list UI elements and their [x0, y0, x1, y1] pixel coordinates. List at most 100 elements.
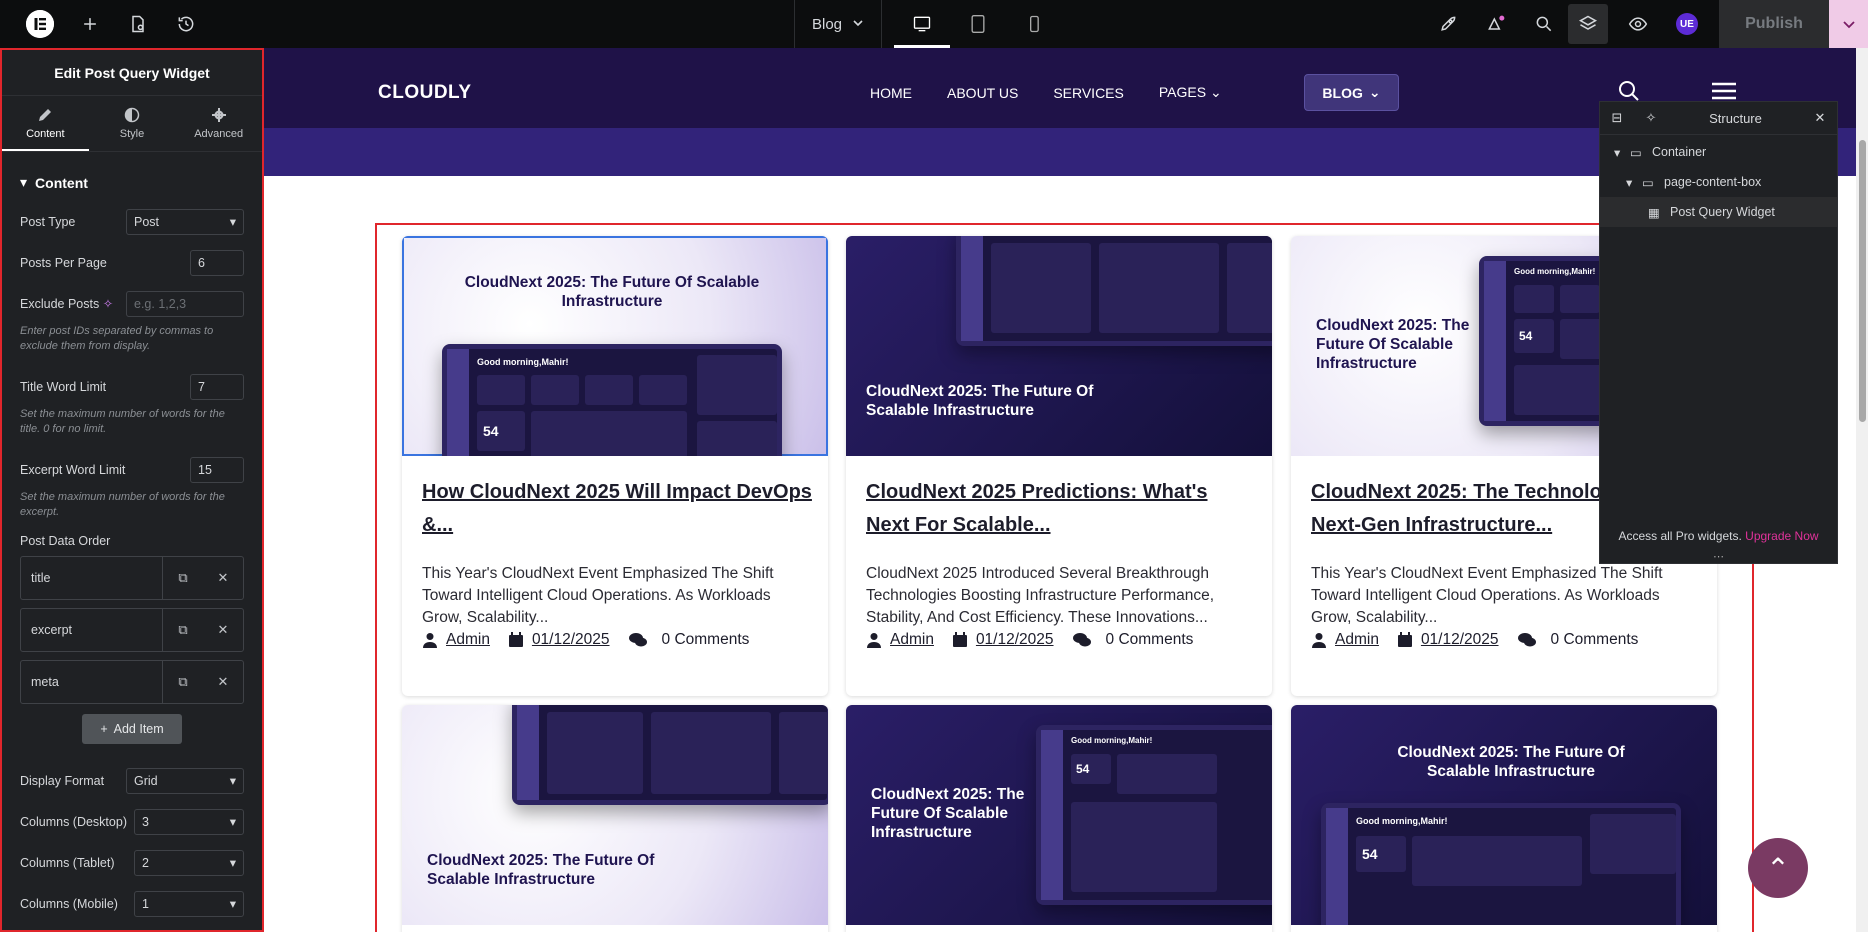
- thumbnail-title: CloudNext 2025: The Future Of Scalable I…: [464, 274, 760, 310]
- structure-item-container[interactable]: ▾ ▭ Container: [1600, 137, 1837, 167]
- post-card: CloudNext 2025: The Future Of Scalable I…: [402, 705, 828, 932]
- duplicate-icon[interactable]: ⧉: [163, 661, 203, 703]
- tablet-view-icon[interactable]: [950, 0, 1006, 48]
- post-author[interactable]: Admin: [446, 631, 490, 649]
- structure-item-page-content-box[interactable]: ▾ ▭ page-content-box: [1600, 167, 1837, 197]
- post-title[interactable]: CloudNext 2025 Predictions: What's Next …: [866, 476, 1256, 542]
- nav-pages[interactable]: PAGES ⌄: [1159, 84, 1222, 101]
- menu-icon[interactable]: [1712, 82, 1736, 103]
- tab-style[interactable]: Style: [89, 96, 176, 151]
- close-icon[interactable]: ✕: [203, 609, 243, 651]
- desktop-view-icon[interactable]: [894, 0, 950, 48]
- structure-header: ⊟ ✧ Structure ✕: [1600, 102, 1837, 135]
- search-icon[interactable]: [1520, 0, 1568, 48]
- thumbnail-title: CloudNext 2025: The Future Of Scalable I…: [1316, 317, 1470, 372]
- columns-tablet-select[interactable]: 2 ▾: [134, 849, 244, 876]
- columns-tablet-control: Columns (Tablet) 2 ▾: [2, 842, 262, 883]
- magic-icon[interactable]: ✧: [1634, 110, 1668, 126]
- title-word-limit-control: Title Word Limit 7: [2, 366, 262, 407]
- dash-greeting: Good morning,Mahir!: [1071, 736, 1153, 745]
- post-author[interactable]: Admin: [1335, 631, 1379, 649]
- nav-pages-label: PAGES: [1158, 84, 1207, 100]
- display-format-select[interactable]: Grid ▾: [126, 767, 244, 794]
- post-comments: 0 Comments: [661, 631, 750, 648]
- columns-mobile-control: Columns (Mobile) 1 ▾: [2, 883, 262, 924]
- post-excerpt: This Year's CloudNext Event Emphasized T…: [1311, 565, 1663, 626]
- tab-style-label: Style: [119, 128, 145, 140]
- post-thumbnail[interactable]: CloudNext 2025: The Future Of Scalable I…: [402, 236, 828, 456]
- post-author[interactable]: Admin: [890, 631, 934, 649]
- excerpt-word-limit-input[interactable]: 15: [190, 456, 244, 483]
- preview-icon[interactable]: [1614, 0, 1662, 48]
- tab-advanced[interactable]: Advanced: [175, 96, 262, 151]
- nav-about[interactable]: ABOUT US: [947, 85, 1018, 101]
- post-thumbnail[interactable]: CloudNext 2025: The Future Of Scalable I…: [846, 705, 1272, 925]
- columns-desktop-select[interactable]: 3 ▾: [134, 808, 244, 835]
- publish-button[interactable]: Publish: [1719, 0, 1829, 48]
- title-word-limit-input[interactable]: 7: [190, 373, 244, 400]
- calendar-icon: [952, 632, 967, 647]
- content-section-toggle[interactable]: ▾ Content: [2, 152, 262, 201]
- user-icon: [1312, 633, 1326, 648]
- comments-icon: [628, 633, 647, 647]
- ai-sparkle-icon[interactable]: ✧: [103, 297, 113, 311]
- exclude-posts-input[interactable]: e.g. 1,2,3: [126, 290, 244, 317]
- structure-icon[interactable]: [1568, 4, 1608, 44]
- close-icon[interactable]: ✕: [203, 557, 243, 599]
- tab-content[interactable]: Content: [2, 96, 89, 151]
- scroll-to-top-button[interactable]: ⌃: [1748, 838, 1808, 898]
- duplicate-icon[interactable]: ⧉: [163, 609, 203, 651]
- exclude-posts-help: Enter post IDs separated by commas to ex…: [20, 325, 214, 352]
- nav-services[interactable]: SERVICES: [1053, 85, 1124, 101]
- post-date[interactable]: 01/12/2025: [976, 631, 1054, 649]
- notifications-icon[interactable]: [1472, 0, 1520, 48]
- page-settings-icon[interactable]: [114, 0, 162, 48]
- publish-options-button[interactable]: [1829, 0, 1868, 48]
- add-element-icon[interactable]: [66, 0, 114, 48]
- post-date[interactable]: 01/12/2025: [1421, 631, 1499, 649]
- page-selector[interactable]: Blog: [794, 0, 882, 48]
- post-thumbnail[interactable]: CloudNext 2025: The Future Of Scalable I…: [1291, 705, 1717, 925]
- add-item-label: Add Item: [113, 722, 164, 736]
- repeater-item-label: meta: [21, 661, 163, 703]
- site-logo[interactable]: CLOUDLY: [378, 82, 472, 104]
- display-format-label: Display Format: [20, 773, 105, 788]
- upgrade-link[interactable]: Upgrade Now: [1745, 529, 1818, 543]
- repeater-item-meta[interactable]: meta ⧉ ✕: [20, 660, 244, 704]
- close-icon[interactable]: ✕: [1803, 110, 1837, 126]
- resize-handle[interactable]: ⋯: [1600, 550, 1837, 563]
- post-type-select[interactable]: Post ▾: [126, 208, 244, 235]
- rocket-icon[interactable]: [1424, 0, 1472, 48]
- add-item-button[interactable]: + Add Item: [82, 714, 182, 744]
- structure-title: Structure: [1709, 110, 1762, 126]
- exclude-posts-label: Exclude Posts: [20, 297, 100, 311]
- nav-home[interactable]: HOME: [870, 85, 912, 101]
- repeater-item-excerpt[interactable]: excerpt ⧉ ✕: [20, 608, 244, 652]
- dashboard-mockup: Good morning,Mahir! 54: [1321, 803, 1681, 925]
- dash-greeting: Good morning,Mahir!: [1514, 267, 1596, 276]
- close-icon[interactable]: ✕: [203, 661, 243, 703]
- repeater-item-title[interactable]: title ⧉ ✕: [20, 556, 244, 600]
- nav-blog[interactable]: BLOG ⌄: [1304, 74, 1399, 111]
- user-avatar[interactable]: UE: [1676, 13, 1698, 35]
- columns-tablet-label: Columns (Tablet): [20, 855, 115, 870]
- duplicate-icon[interactable]: ⧉: [163, 557, 203, 599]
- mobile-view-icon[interactable]: [1006, 0, 1062, 48]
- display-format-control: Display Format Grid ▾: [2, 760, 262, 801]
- posts-per-page-input[interactable]: 6: [190, 249, 244, 276]
- dash-stat: 54: [483, 423, 499, 439]
- post-title[interactable]: How CloudNext 2025 Will Impact DevOps &.…: [422, 476, 812, 542]
- calendar-icon: [1397, 632, 1412, 647]
- columns-mobile-select[interactable]: 1 ▾: [134, 890, 244, 917]
- post-thumbnail[interactable]: CloudNext 2025: The Future Of Scalable I…: [402, 705, 828, 925]
- structure-item-post-query-widget[interactable]: ▦ Post Query Widget: [1600, 197, 1837, 227]
- post-thumbnail[interactable]: CloudNext 2025: The Future Of Scalable I…: [846, 236, 1272, 456]
- structure-item-label: Post Query Widget: [1670, 205, 1775, 219]
- post-data-order-label: Post Data Order: [20, 534, 111, 548]
- post-date[interactable]: 01/12/2025: [532, 631, 610, 649]
- elementor-logo[interactable]: [26, 10, 54, 38]
- history-icon[interactable]: [162, 0, 210, 48]
- collapse-all-icon[interactable]: ⊟: [1600, 110, 1634, 126]
- scrollbar-thumb[interactable]: [1859, 140, 1866, 422]
- calendar-icon: [508, 632, 523, 647]
